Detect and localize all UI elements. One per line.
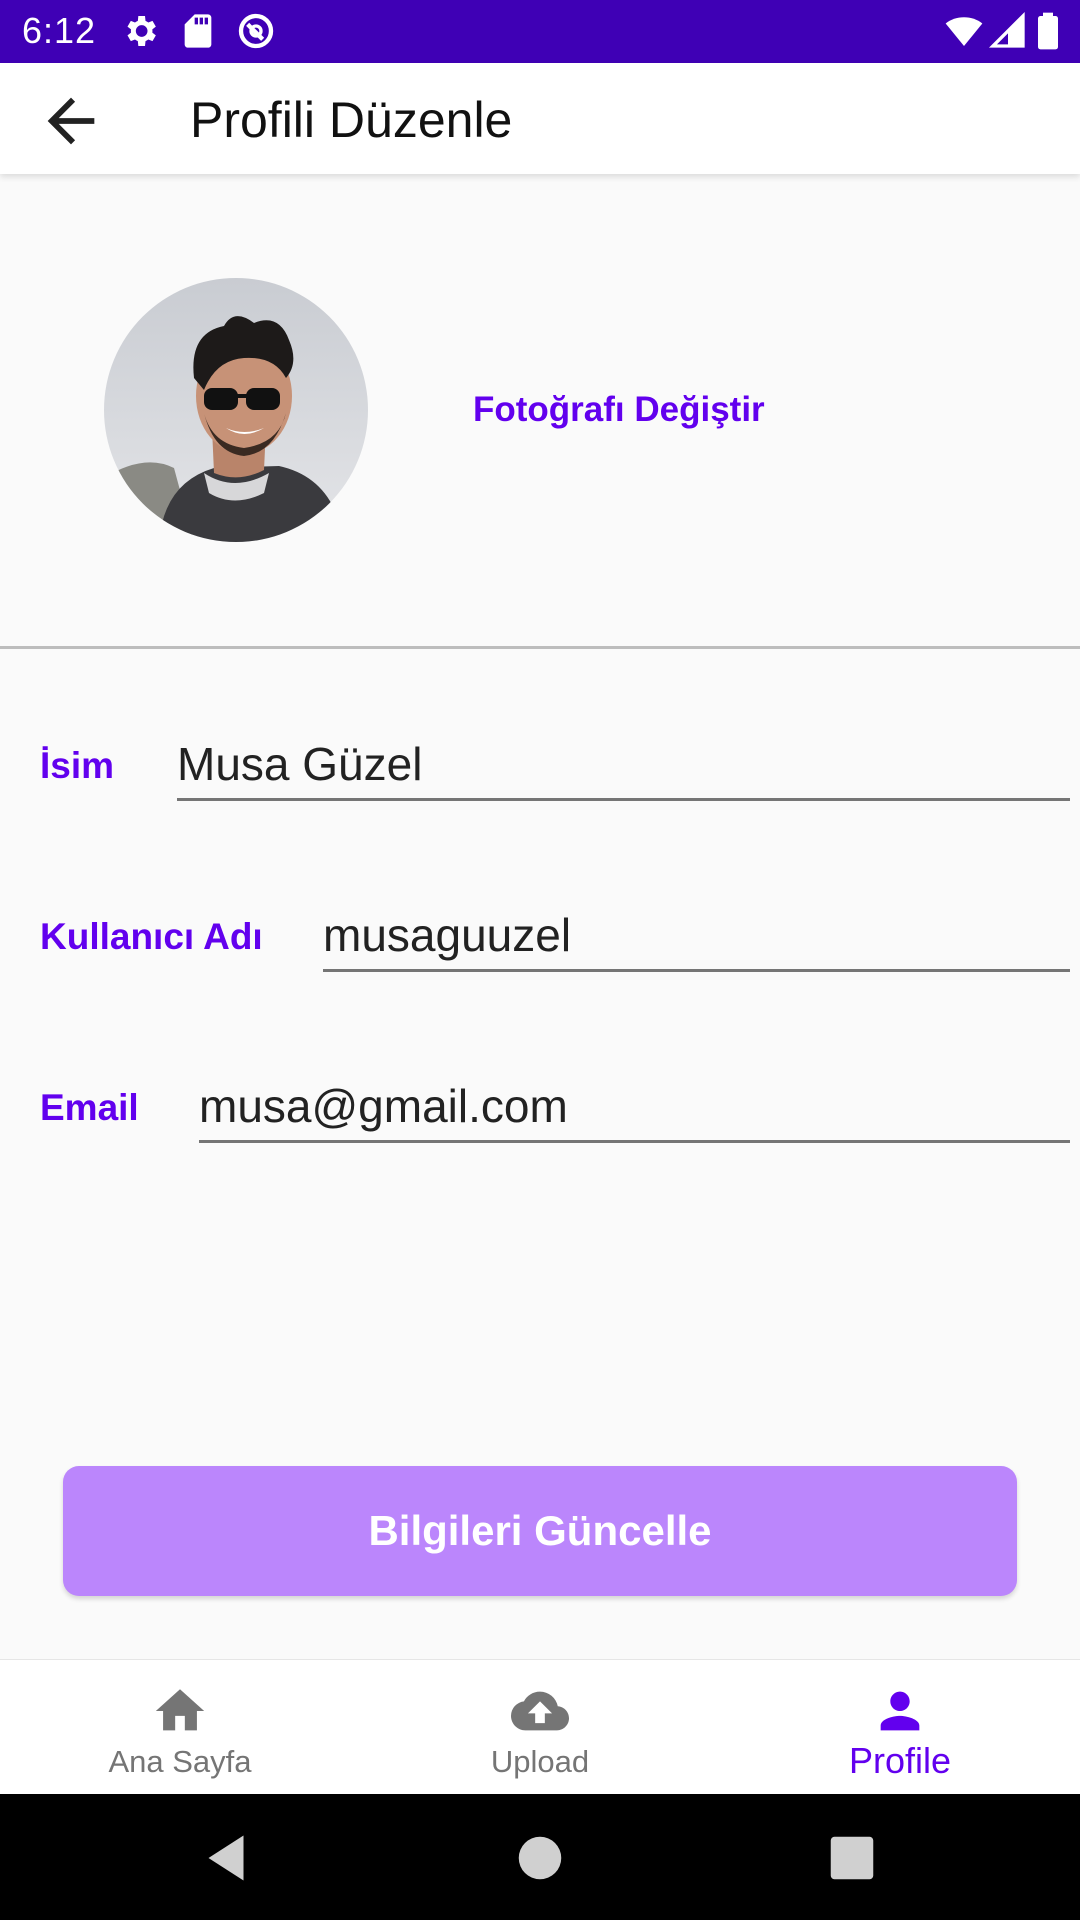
system-nav-bar [0,1794,1080,1920]
vpn-icon [238,13,274,49]
signal-icon [988,11,1025,48]
settings-icon [127,16,156,46]
cloud-upload-icon [511,1691,569,1731]
nav-item-profile[interactable]: Profile [720,1660,1080,1795]
battery-icon [1038,12,1058,50]
person-icon [880,1691,920,1731]
divider [0,646,1080,649]
username-label: Kullanıcı Adı [40,916,263,957]
page-title: Profili Düzenle [190,92,513,148]
sd-card-icon [184,14,212,48]
name-field[interactable] [177,730,1070,801]
system-back-icon[interactable] [196,1828,256,1888]
system-home-icon[interactable] [510,1828,570,1888]
avatar-photo [104,278,368,542]
app-bar: Profili Düzenle [0,63,1080,174]
nav-item-upload[interactable]: Upload [360,1660,720,1795]
status-bar: 6:12 [0,0,1080,63]
home-icon [155,1689,205,1731]
nav-label-upload: Upload [490,1744,590,1779]
wifi-icon [945,17,983,46]
avatar[interactable] [104,278,368,542]
change-photo-button[interactable]: Fotoğrafı Değiştir [473,390,765,430]
name-label: İsim [40,745,115,786]
update-info-button[interactable]: Bilgileri Güncelle [63,1466,1017,1596]
arrow-back-icon[interactable] [36,86,106,156]
nav-label-home: Ana Sayfa [108,1744,252,1779]
nav-item-home[interactable]: Ana Sayfa [0,1660,360,1795]
email-label: Email [40,1087,139,1128]
bottom-nav: Ana Sayfa Upload Profile [0,1659,1080,1795]
username-field[interactable] [323,901,1070,972]
system-recents-icon[interactable] [822,1828,882,1888]
email-field[interactable] [199,1072,1070,1143]
status-time: 6:12 [22,10,97,51]
nav-label-profile: Profile [848,1740,952,1781]
